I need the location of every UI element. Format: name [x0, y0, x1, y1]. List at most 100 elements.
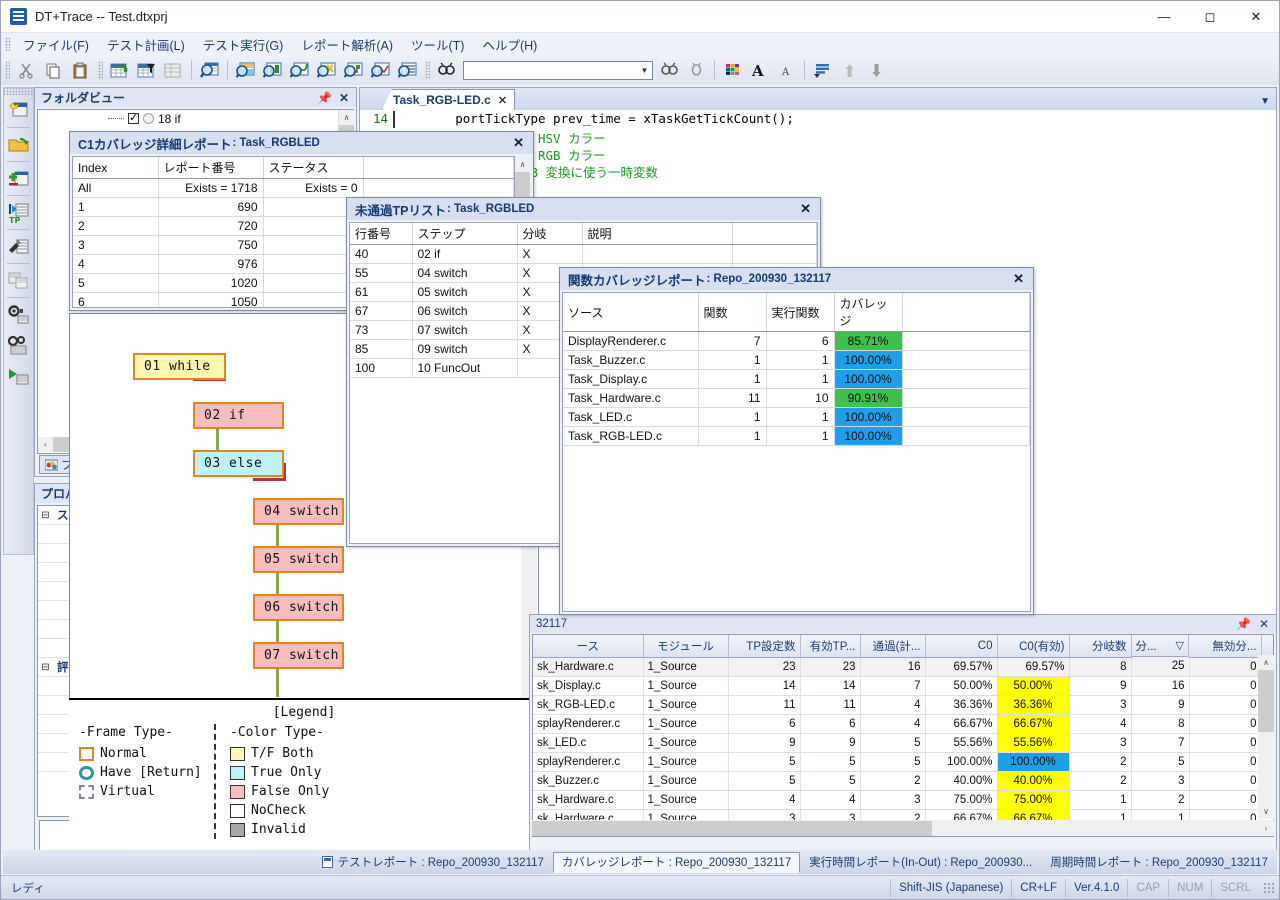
flow-node[interactable]: 01 while: [133, 353, 226, 380]
table-row[interactable]: sk_Hardware.c1_Source23231669.57%69.57%8…: [533, 657, 1274, 676]
menu-file[interactable]: ファイル(F): [14, 33, 98, 56]
run-settings-icon[interactable]: [4, 330, 33, 361]
table-row[interactable]: Task_RGB-LED.c11100.00%: [563, 427, 1030, 446]
table-row[interactable]: Task_LED.c11100.00%: [563, 408, 1030, 427]
column-header[interactable]: C0: [925, 635, 997, 657]
find-icon[interactable]: [434, 58, 459, 82]
table-row[interactable]: DisplayRenderer.c7685.71%: [563, 332, 1030, 351]
report-tab[interactable]: 実行時間レポート(In-Out) : Repo_200930...: [800, 852, 1041, 873]
column-header[interactable]: モジュール: [643, 635, 728, 657]
menu-test-plan[interactable]: テスト計画(L): [98, 33, 194, 56]
flow-node[interactable]: 03 else: [193, 450, 284, 477]
dock-vscrollbar[interactable]: ∧ ∨: [1258, 655, 1274, 819]
font-small-icon[interactable]: A: [774, 58, 799, 82]
table-row[interactable]: splayRenderer.c1_Source555100.00%100.00%…: [533, 752, 1274, 771]
chevron-down-icon[interactable]: ▼: [637, 66, 652, 75]
minimize-button[interactable]: —: [1141, 1, 1187, 33]
table-row[interactable]: sk_Buzzer.c1_Source55240.00%40.00%2300: [533, 771, 1274, 790]
report-tab[interactable]: カバレッジレポート : Repo_200930_132117: [553, 852, 800, 873]
report-tab[interactable]: 周期時間レポート : Repo_200930_132117: [1041, 852, 1277, 873]
column-header[interactable]: 無効分...: [1189, 635, 1261, 657]
column-header[interactable]: 通過分...: [1261, 635, 1274, 657]
menu-help[interactable]: ヘルプ(H): [473, 33, 546, 56]
flow-node[interactable]: 05 switch: [253, 546, 344, 573]
table-row[interactable]: 4002 ifX: [350, 245, 817, 264]
find-prev-icon[interactable]: [684, 58, 709, 82]
flow-node[interactable]: 06 switch: [253, 594, 344, 621]
coverage-table-header[interactable]: ースモジュールTP設定数有効TP...通過(計...C0C0(有効)分岐数分..…: [533, 635, 1274, 657]
column-header[interactable]: TP設定数: [728, 635, 800, 657]
table-refresh-icon[interactable]: [107, 58, 132, 82]
flow-node[interactable]: 02 if: [193, 402, 284, 429]
table-merge-icon[interactable]: [161, 58, 186, 82]
find-next-icon[interactable]: [657, 58, 682, 82]
table-row[interactable]: sk_Hardware.c1_Source44375.00%75.00%1201: [533, 790, 1274, 809]
analyze-1-icon[interactable]: [233, 58, 258, 82]
coverage-data-grid[interactable]: ースモジュールTP設定数有効TP...通過(計...C0C0(有効)分岐数分..…: [532, 634, 1274, 837]
column-header[interactable]: 関数: [698, 293, 766, 332]
menu-report-analysis[interactable]: レポート解析(A): [292, 33, 402, 56]
new-project-icon[interactable]: [4, 95, 33, 126]
menu-test-run[interactable]: テスト実行(G): [194, 33, 293, 56]
func-table-body[interactable]: DisplayRenderer.c7685.71%Task_Buzzer.c11…: [563, 332, 1030, 446]
add-source-icon[interactable]: [4, 163, 33, 194]
analyze-4-icon[interactable]: [314, 58, 339, 82]
zoom-table-icon[interactable]: [197, 58, 222, 82]
scroll-thumb[interactable]: [1258, 670, 1274, 732]
color-palette-icon[interactable]: [720, 58, 745, 82]
tp-insert-icon[interactable]: TP: [4, 197, 33, 228]
column-header[interactable]: ソース: [563, 293, 698, 332]
scroll-left-icon[interactable]: ‹: [38, 437, 53, 452]
report-tab[interactable]: テストレポート : Repo_200930_132117: [313, 852, 553, 873]
column-header[interactable]: 実行関数: [766, 293, 834, 332]
table-row[interactable]: Task_Buzzer.c11100.00%: [563, 351, 1030, 370]
move-up-icon[interactable]: [837, 58, 862, 82]
table-row[interactable]: AllExists = 1718Exists = 0: [73, 179, 514, 198]
build-icon[interactable]: [4, 231, 33, 262]
scroll-up-icon[interactable]: ∧: [515, 157, 530, 172]
close-icon[interactable]: ✕: [1009, 271, 1028, 287]
func-grid[interactable]: ソース関数実行関数カバレッジ DisplayRenderer.c7685.71%…: [562, 292, 1031, 612]
move-down-icon[interactable]: [864, 58, 889, 82]
scroll-up-icon[interactable]: ∧: [339, 110, 354, 125]
open-project-icon[interactable]: [4, 129, 33, 160]
paste-icon[interactable]: [68, 58, 93, 82]
table-row[interactable]: sk_Display.c1_Source1414750.00%50.00%916…: [533, 676, 1274, 695]
flow-node[interactable]: 07 switch: [253, 642, 344, 669]
column-header[interactable]: 分岐数: [1069, 635, 1131, 657]
flow-node[interactable]: 04 switch: [253, 498, 344, 525]
analyze-7-icon[interactable]: [395, 58, 420, 82]
column-header[interactable]: 有効TP...: [800, 635, 860, 657]
column-header[interactable]: C0(有効): [997, 635, 1069, 657]
column-header[interactable]: ース: [533, 635, 643, 657]
search-input[interactable]: ▼: [463, 61, 653, 80]
editor-tab-task-rgb-led[interactable]: Task_RGB-LED.c ✕: [382, 89, 515, 110]
table-filter-icon[interactable]: [134, 58, 159, 82]
maximize-button[interactable]: ◻: [1187, 1, 1233, 33]
scroll-up-icon[interactable]: ∧: [1258, 655, 1274, 670]
analyze-2-icon[interactable]: [260, 58, 285, 82]
settings-icon[interactable]: [4, 299, 33, 330]
table-row[interactable]: sk_LED.c1_Source99555.56%55.56%3700: [533, 733, 1274, 752]
cut-icon[interactable]: [14, 58, 39, 82]
pin-icon[interactable]: 📌: [1236, 617, 1251, 631]
table-row[interactable]: Task_Hardware.c111090.91%: [563, 389, 1030, 408]
close-button[interactable]: ✕: [1233, 1, 1279, 33]
column-header[interactable]: 分...▽: [1132, 635, 1190, 657]
table-row[interactable]: splayRenderer.c1_Source66466.67%66.67%48…: [533, 714, 1274, 733]
expander-icon[interactable]: ⊟: [38, 662, 53, 673]
align-icon[interactable]: [810, 58, 835, 82]
coverage-table-body[interactable]: sk_Hardware.c1_Source23231669.57%69.57%8…: [533, 657, 1274, 828]
scroll-down-icon[interactable]: ∨: [1258, 804, 1274, 819]
menu-tools[interactable]: ツール(T): [402, 33, 473, 56]
compare-icon[interactable]: [4, 265, 33, 296]
resize-grip-icon[interactable]: [1263, 882, 1275, 894]
column-header[interactable]: [902, 293, 1030, 332]
expander-icon[interactable]: ⊟: [38, 510, 53, 521]
run-icon[interactable]: [4, 361, 33, 392]
scroll-thumb[interactable]: [515, 172, 530, 198]
close-icon[interactable]: ✕: [498, 94, 507, 107]
column-header[interactable]: 通過(計...: [860, 635, 925, 657]
close-icon[interactable]: ✕: [796, 201, 815, 217]
code-line[interactable]: 14 portTickType prev_time = xTaskGetTick…: [361, 111, 1275, 128]
